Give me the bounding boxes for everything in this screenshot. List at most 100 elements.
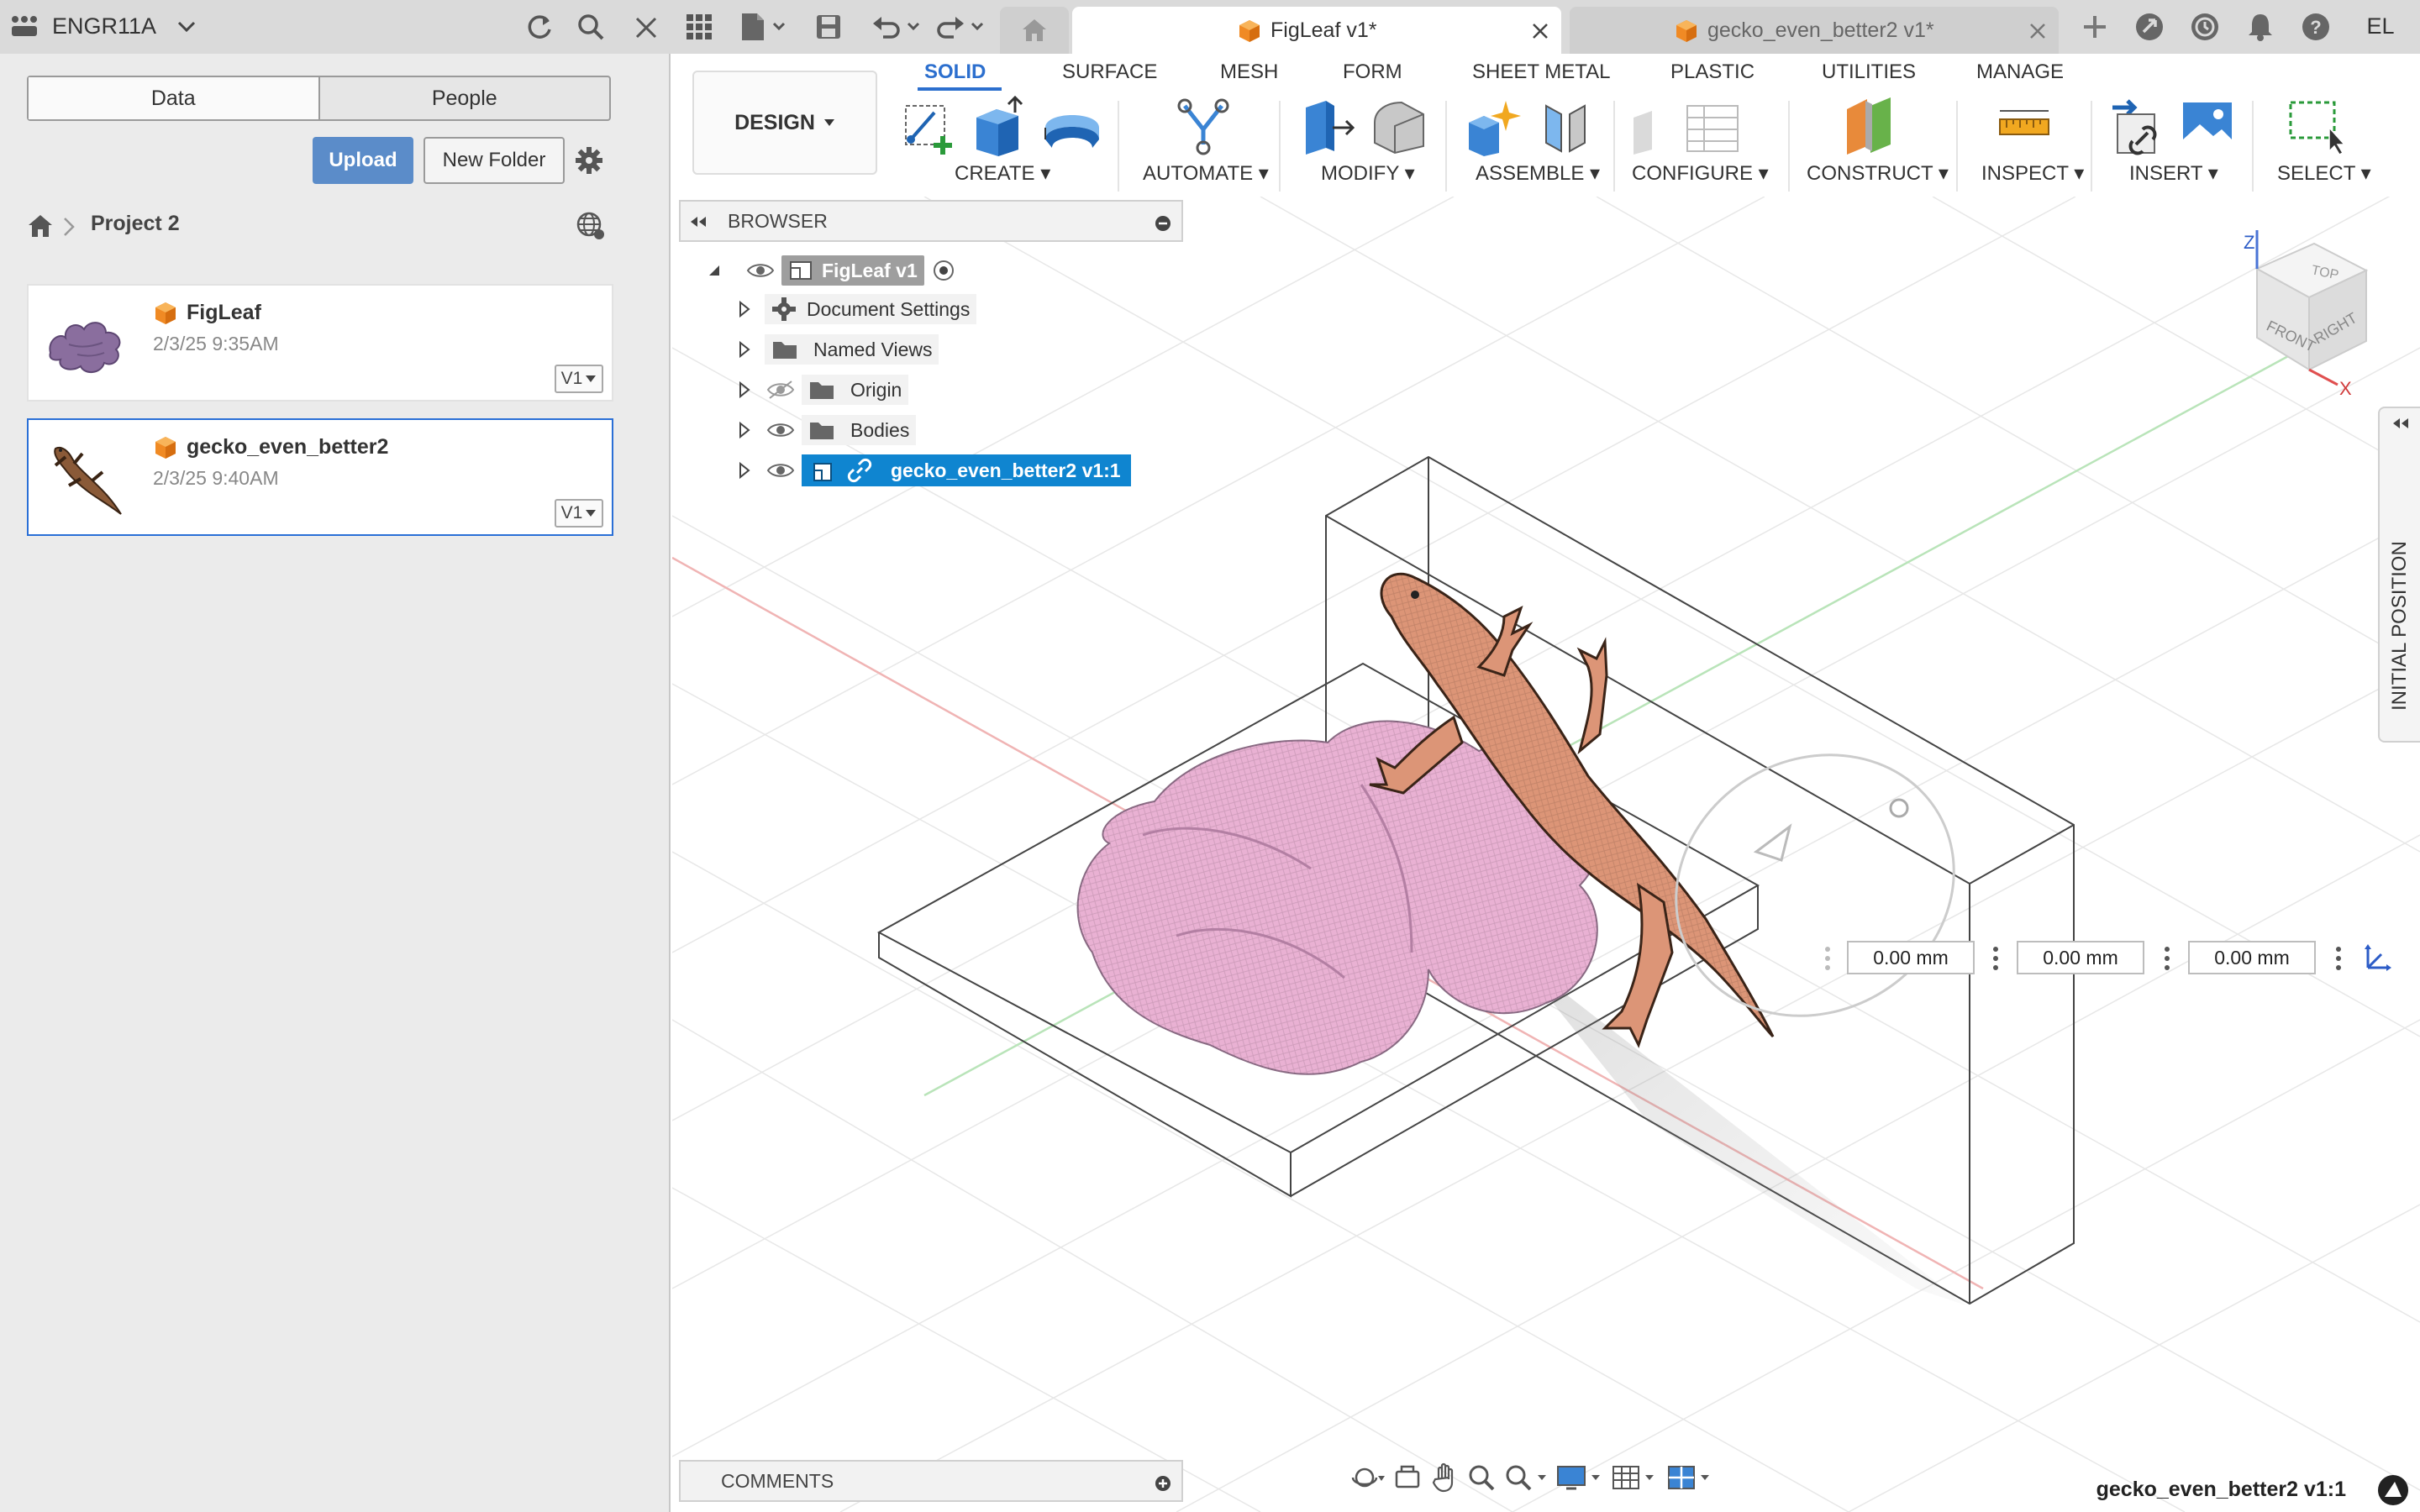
eye-icon[interactable]	[766, 460, 795, 480]
display-settings-icon[interactable]	[1556, 1463, 1603, 1492]
automate-icon[interactable]	[1173, 97, 1234, 160]
fit-icon[interactable]	[1504, 1463, 1548, 1492]
tab-plastic[interactable]: PLASTIC	[1670, 60, 1754, 84]
close-icon[interactable]	[632, 13, 660, 42]
root-component[interactable]: FigLeaf v1	[781, 255, 924, 286]
collapsed-caret-icon[interactable]	[738, 381, 751, 399]
insert-derive-icon[interactable]	[2109, 96, 2168, 160]
home-icon[interactable]	[27, 213, 54, 240]
move-z-input[interactable]: 0.00 mm	[2188, 941, 2316, 974]
configure-icon[interactable]	[1627, 101, 1744, 160]
add-tab-icon[interactable]	[2079, 10, 2111, 44]
measure-icon[interactable]	[1996, 108, 2052, 149]
orbit-icon[interactable]	[1351, 1462, 1385, 1493]
activate-radio-icon[interactable]	[933, 260, 955, 281]
tree-item-named-views[interactable]: Named Views	[738, 333, 939, 366]
construct-plane-icon[interactable]	[1840, 96, 1899, 160]
grid-settings-icon[interactable]	[1612, 1463, 1659, 1492]
gecko-component-node[interactable]: gecko_even_better2 v1:1	[802, 454, 1131, 486]
configure-group[interactable]: CONFIGURE ▾	[1632, 161, 1769, 186]
segment-people[interactable]: People	[320, 77, 610, 119]
move-y-input[interactable]: 0.00 mm	[2017, 941, 2144, 974]
more-options-icon[interactable]	[2163, 944, 2171, 973]
select-group[interactable]: SELECT ▾	[2277, 161, 2371, 186]
document-settings-node[interactable]: Document Settings	[765, 294, 977, 324]
tab-surface[interactable]: SURFACE	[1062, 60, 1157, 84]
expand-comments-icon[interactable]	[1155, 1475, 1171, 1492]
look-at-icon[interactable]	[1393, 1463, 1422, 1492]
globe-icon[interactable]	[576, 212, 605, 240]
segment-data[interactable]: Data	[29, 77, 320, 119]
new-component-icon[interactable]	[1465, 97, 1524, 160]
job-status-icon[interactable]	[2188, 10, 2222, 44]
create-group[interactable]: CREATE ▾	[955, 161, 1050, 186]
pan-icon[interactable]	[1430, 1462, 1459, 1493]
browser-header[interactable]: BROWSER	[679, 200, 1183, 242]
tab-utilities[interactable]: UTILITIES	[1822, 60, 1916, 84]
team-name[interactable]: ENGR11A	[52, 12, 156, 40]
origin-node[interactable]: Origin	[802, 375, 909, 405]
eye-icon[interactable]	[746, 261, 775, 280]
tree-root[interactable]: FigLeaf v1	[706, 254, 955, 287]
construct-group[interactable]: CONSTRUCT ▾	[1807, 161, 1949, 186]
version-select[interactable]: V1	[555, 365, 603, 393]
breadcrumb-project[interactable]: Project 2	[91, 212, 180, 236]
file-name[interactable]: FigLeaf	[187, 301, 261, 325]
create-sketch-icon[interactable]	[901, 97, 960, 160]
minimize-icon[interactable]	[1155, 215, 1171, 232]
gear-icon[interactable]	[575, 146, 605, 176]
close-tab-icon[interactable]	[2028, 22, 2047, 40]
press-pull-icon[interactable]	[1301, 96, 1358, 160]
apps-icon[interactable]	[10, 13, 39, 39]
more-options-icon[interactable]	[1991, 944, 2000, 973]
select-icon[interactable]	[2286, 97, 2349, 160]
collapse-icon[interactable]	[689, 215, 708, 228]
workspace-dropdown[interactable]: DESIGN	[692, 71, 877, 175]
version-select[interactable]: V1	[555, 499, 603, 528]
close-tab-icon[interactable]	[1531, 22, 1549, 40]
search-icon[interactable]	[575, 12, 607, 42]
tree-item-bodies[interactable]: Bodies	[738, 413, 917, 447]
insert-group[interactable]: INSERT ▾	[2129, 161, 2218, 186]
home-icon[interactable]	[1000, 7, 1069, 54]
coordinate-system-icon[interactable]	[2361, 942, 2393, 974]
eye-hidden-icon[interactable]	[766, 380, 795, 400]
fillet-icon[interactable]	[1370, 97, 1428, 159]
grid-icon[interactable]	[684, 12, 714, 42]
modify-group[interactable]: MODIFY ▾	[1321, 161, 1415, 186]
collapsed-caret-icon[interactable]	[738, 300, 751, 318]
bodies-node[interactable]: Bodies	[802, 415, 917, 445]
named-views-node[interactable]: Named Views	[765, 334, 939, 365]
undo-icon[interactable]	[871, 10, 923, 44]
save-icon[interactable]	[813, 12, 844, 42]
help-icon[interactable]: ?	[2299, 10, 2333, 44]
file-card-figleaf[interactable]: FigLeaf 2/3/25 9:35AM V1	[27, 284, 613, 402]
tab-figleaf[interactable]: FigLeaf v1*	[1072, 7, 1561, 54]
refresh-icon[interactable]	[523, 12, 555, 42]
expanded-caret-icon[interactable]	[706, 262, 723, 279]
extensions-icon[interactable]	[2133, 10, 2166, 44]
extrude-icon[interactable]	[971, 95, 1027, 160]
initial-position-panel[interactable]: INITIAL POSITION	[2378, 407, 2420, 743]
file-card-gecko[interactable]: gecko_even_better2 2/3/25 9:40AM V1	[27, 418, 613, 536]
file-name[interactable]: gecko_even_better2	[187, 435, 388, 459]
upload-button[interactable]: Upload	[313, 137, 413, 184]
collapsed-caret-icon[interactable]	[738, 340, 751, 359]
tab-form[interactable]: FORM	[1343, 60, 1402, 84]
expand-icon[interactable]	[2391, 417, 2410, 430]
tab-manage[interactable]: MANAGE	[1976, 60, 2064, 84]
move-x-input[interactable]: 0.00 mm	[1847, 941, 1975, 974]
insert-canvas-icon[interactable]	[2180, 99, 2235, 157]
assemble-group[interactable]: ASSEMBLE ▾	[1476, 161, 1600, 186]
tree-item-origin[interactable]: Origin	[738, 373, 909, 407]
file-icon[interactable]	[738, 10, 788, 44]
viewcube[interactable]: TOP FRONT RIGHT Z X	[2233, 227, 2385, 399]
notifications-icon[interactable]	[2244, 10, 2277, 44]
zoom-icon[interactable]	[1467, 1463, 1496, 1492]
automate-group[interactable]: AUTOMATE ▾	[1143, 161, 1269, 186]
inspect-group[interactable]: INSPECT ▾	[1981, 161, 2084, 186]
tree-item-document-settings[interactable]: Document Settings	[738, 292, 977, 326]
tab-gecko[interactable]: gecko_even_better2 v1*	[1570, 7, 2059, 54]
drag-handle-icon[interactable]	[1823, 944, 1832, 973]
tab-mesh[interactable]: MESH	[1220, 60, 1278, 84]
